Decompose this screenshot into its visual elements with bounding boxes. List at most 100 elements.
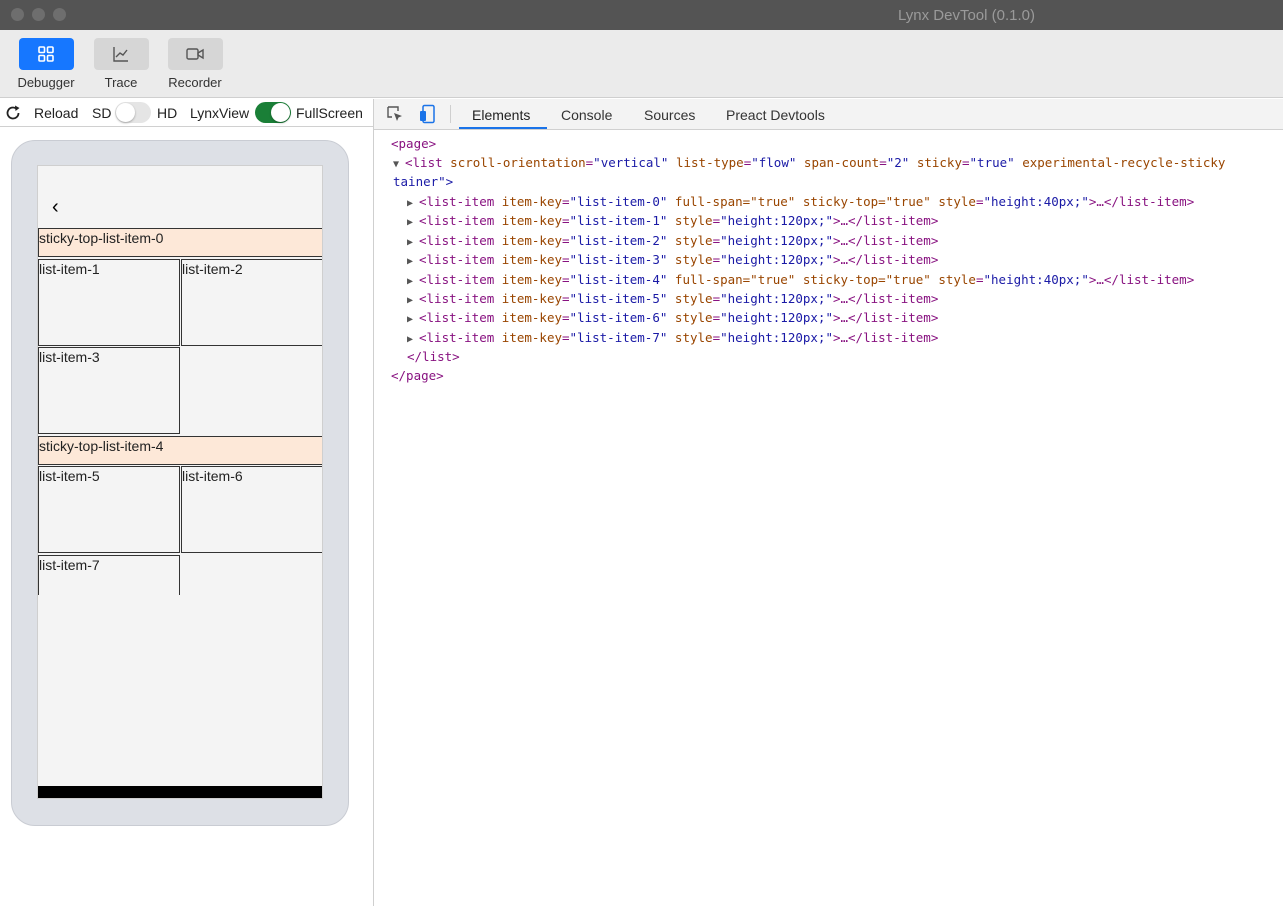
attr-value: "list-item-3" bbox=[569, 252, 668, 268]
equals: = bbox=[712, 329, 721, 345]
expand-right-icon[interactable]: ▶ bbox=[407, 272, 419, 291]
fullscreen-toggle[interactable] bbox=[255, 102, 291, 123]
tree-node-list-item[interactable]: ▶ <list-item item-key="list-item-0" full-… bbox=[407, 192, 1194, 211]
attr-value: "true" bbox=[969, 155, 1015, 170]
tree-node-list-item[interactable]: ▶ <list-item item-key="list-item-7" style… bbox=[407, 328, 938, 347]
attr-value: "flow" bbox=[751, 155, 797, 170]
attr-name: experimental-recycle-sticky bbox=[1022, 155, 1226, 170]
list-item[interactable]: sticky-top-list-item-4 bbox=[38, 436, 322, 465]
equals: = bbox=[562, 213, 570, 229]
attr-value: "vertical" bbox=[593, 155, 669, 170]
extra-attrs: full-span="true" sticky-top="true" bbox=[674, 194, 939, 209]
expand-right-icon[interactable]: ▶ bbox=[407, 291, 419, 310]
active-tab-indicator bbox=[459, 127, 547, 129]
back-chevron-icon[interactable]: ‹ bbox=[52, 196, 59, 219]
attr-value: "list-item-6" bbox=[569, 310, 668, 326]
equals: = bbox=[562, 271, 570, 287]
tree-node-list-item[interactable]: ▶ <list-item item-key="list-item-4" full-… bbox=[407, 270, 1194, 289]
collapsed-content: >…</list-item> bbox=[832, 329, 939, 345]
attr-value: "height:40px;" bbox=[983, 271, 1089, 287]
list-item[interactable]: list-item-3 bbox=[38, 347, 180, 434]
expand-right-icon[interactable]: ▶ bbox=[407, 330, 419, 349]
list-item-open-tag: <list-item bbox=[419, 252, 502, 268]
tree-node-list-item[interactable]: ▶ <list-item item-key="list-item-5" style… bbox=[407, 289, 938, 308]
tree-node-list-item[interactable]: ▶ <list-item item-key="list-item-6" style… bbox=[407, 308, 938, 327]
reload-button[interactable]: Reload bbox=[34, 105, 78, 121]
list-item[interactable]: list-item-2 bbox=[181, 259, 322, 346]
expand-right-icon[interactable]: ▶ bbox=[407, 310, 419, 329]
trace-tool[interactable]: Trace bbox=[86, 38, 156, 90]
list-item-open-tag: <list-item bbox=[419, 194, 502, 209]
list-item-open-tag: <list-item bbox=[419, 329, 502, 345]
attr-name: style bbox=[674, 291, 713, 306]
attr-name: item-key bbox=[501, 232, 563, 248]
elements-tree[interactable]: <page> ▼ <list scroll-orientation="vertic… bbox=[374, 131, 1283, 906]
attr-name: item-key bbox=[501, 310, 563, 326]
tab-console[interactable]: Console bbox=[561, 107, 612, 123]
equals: = bbox=[961, 155, 970, 170]
tab-elements[interactable]: Elements bbox=[472, 107, 530, 123]
expand-right-icon[interactable]: ▶ bbox=[407, 194, 419, 213]
resolution-toggle[interactable] bbox=[115, 102, 151, 123]
attr-name: style bbox=[938, 271, 976, 287]
expand-right-icon[interactable]: ▶ bbox=[407, 233, 419, 252]
attr-value: "list-item-4" bbox=[569, 271, 668, 287]
tab-preact-devtools[interactable]: Preact Devtools bbox=[726, 107, 825, 123]
tree-node-list[interactable]: ▼ <list scroll-orientation="vertical" lis… bbox=[393, 153, 1225, 172]
hd-label: HD bbox=[157, 105, 178, 121]
attr-name: item-key bbox=[501, 194, 563, 209]
expand-right-icon[interactable]: ▶ bbox=[407, 213, 419, 232]
attr-name: item-key bbox=[501, 291, 563, 306]
attr-name: style bbox=[674, 252, 713, 268]
list-item[interactable]: list-item-6 bbox=[181, 466, 322, 553]
reload-icon[interactable] bbox=[4, 104, 22, 122]
collapsed-content: >…</list-item> bbox=[832, 291, 939, 306]
phone-screen[interactable]: ‹ sticky-top-list-item-0 list-item-1 lis… bbox=[37, 165, 323, 799]
attr-value: "height:120px;" bbox=[720, 252, 833, 268]
attr-name: sticky bbox=[916, 155, 962, 170]
tree-node-page-close[interactable]: </page> bbox=[391, 366, 444, 385]
tree-node-list-item[interactable]: ▶ <list-item item-key="list-item-1" style… bbox=[407, 211, 938, 230]
equals: = bbox=[712, 291, 721, 306]
toolbar-separator bbox=[450, 105, 451, 123]
window-titlebar: Lynx DevTool (0.1.0) bbox=[0, 0, 1283, 30]
trace-button[interactable] bbox=[93, 38, 149, 70]
attr-name: style bbox=[938, 194, 976, 209]
tab-sources[interactable]: Sources bbox=[644, 107, 695, 123]
debugger-tool[interactable]: Debugger bbox=[11, 38, 81, 90]
trace-label: Trace bbox=[104, 75, 138, 90]
collapsed-content: >…</list-item> bbox=[832, 213, 939, 229]
attr-value: "height:120px;" bbox=[720, 329, 833, 345]
recorder-tool[interactable]: Recorder bbox=[160, 38, 230, 90]
expand-right-icon[interactable]: ▶ bbox=[407, 252, 419, 271]
attr-name: item-key bbox=[501, 329, 563, 345]
device-toggle-icon[interactable] bbox=[418, 104, 438, 124]
attr-value: "list-item-0" bbox=[569, 194, 668, 209]
attr-value: "height:120px;" bbox=[720, 213, 833, 229]
equals: = bbox=[879, 155, 887, 170]
attr-name: list-type bbox=[675, 155, 744, 170]
list-item[interactable]: list-item-1 bbox=[38, 259, 180, 346]
equals: = bbox=[562, 291, 570, 306]
equals: = bbox=[975, 271, 984, 287]
tree-node-page[interactable]: <page> bbox=[391, 134, 436, 153]
wrapped-attr-value: tainer"> bbox=[393, 174, 454, 189]
list-item[interactable]: sticky-top-list-item-0 bbox=[38, 228, 322, 257]
preview-pane: ‹ sticky-top-list-item-0 list-item-1 lis… bbox=[0, 128, 373, 906]
list-item-open-tag: <list-item bbox=[419, 213, 502, 229]
page-close-tag: </page> bbox=[391, 368, 444, 383]
video-record-icon bbox=[186, 48, 204, 60]
list-item[interactable]: list-item-5 bbox=[38, 466, 180, 553]
tree-node-list-close[interactable]: </list> bbox=[407, 347, 460, 366]
recorder-button[interactable] bbox=[167, 38, 223, 70]
equals: = bbox=[712, 213, 721, 229]
attr-name: item-key bbox=[501, 271, 563, 287]
inspect-element-icon[interactable] bbox=[385, 104, 405, 124]
lynxview-label: LynxView bbox=[190, 105, 250, 121]
tree-node-list-item[interactable]: ▶ <list-item item-key="list-item-2" style… bbox=[407, 231, 938, 250]
debugger-button[interactable] bbox=[18, 38, 74, 70]
equals: = bbox=[562, 194, 570, 209]
tree-node-list-item[interactable]: ▶ <list-item item-key="list-item-3" style… bbox=[407, 250, 938, 269]
list-item[interactable]: list-item-7 bbox=[38, 555, 180, 595]
list-item-open-tag: <list-item bbox=[419, 291, 502, 306]
